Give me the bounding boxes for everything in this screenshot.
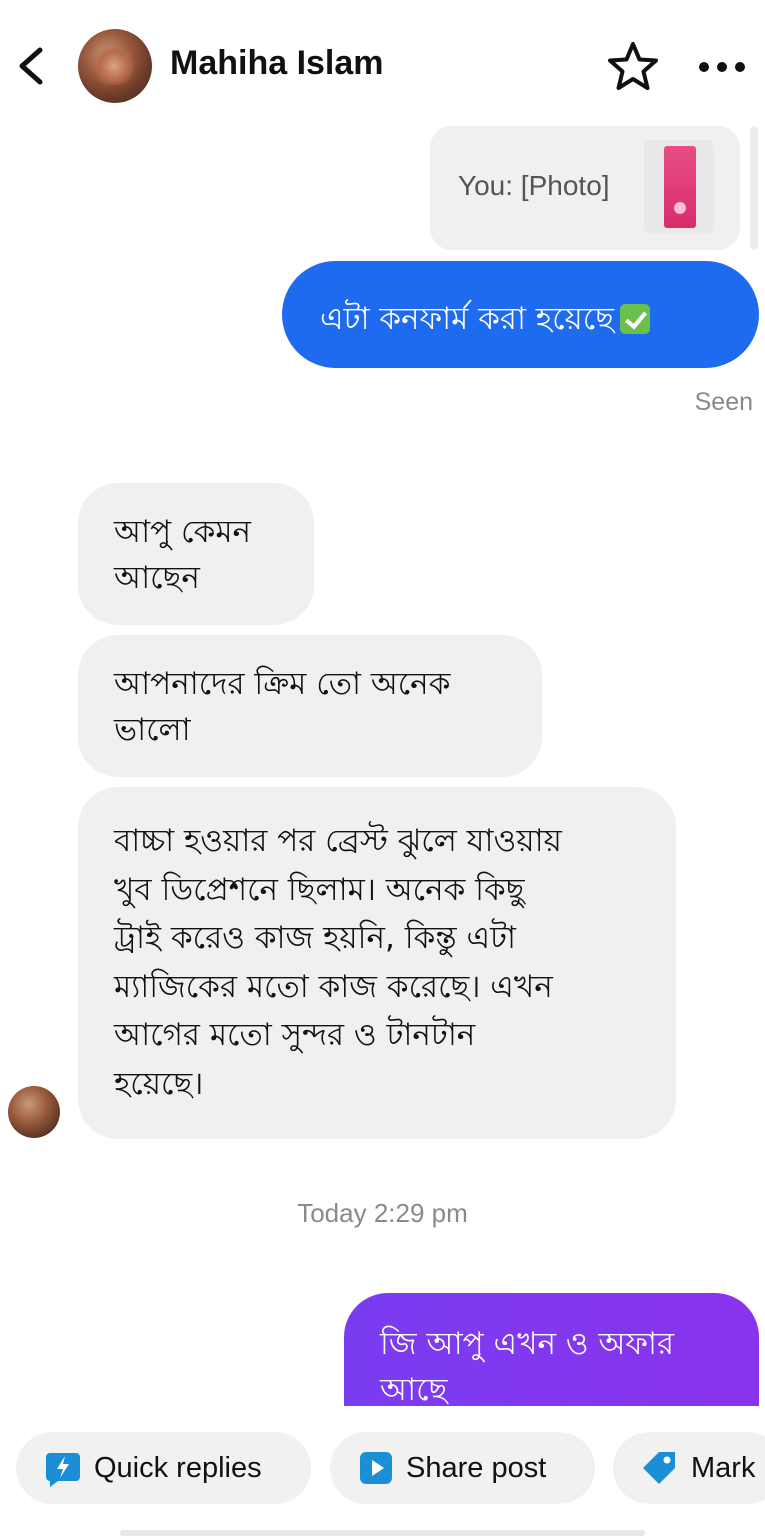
message-line: বাচ্চা হওয়ার পর ব্রেস্ট ঝুলে যাওয়ায় — [114, 823, 562, 859]
photo-thumbnail[interactable] — [644, 140, 714, 234]
lightning-chat-icon — [46, 1453, 80, 1487]
check-mark-icon — [620, 304, 651, 334]
timestamp: Today 2:29 pm — [297, 1198, 468, 1228]
incoming-message[interactable]: বাচ্চা হওয়ার পর ব্রেস্ট ঝুলে যাওয়ায় খ… — [78, 787, 676, 1139]
message-line: হয়েছে। — [114, 1065, 204, 1102]
message-line: আপু কেমন — [114, 514, 252, 550]
message-line: খুব ডিপ্রেশনে ছিলাম। অনেক কিছু — [114, 871, 525, 908]
message-line: ট্রাই করেও কাজ হয়নি, কিন্তু এটা — [114, 920, 516, 956]
share-post-button[interactable]: Share post — [330, 1432, 595, 1504]
message-line: আগের মতো সুন্দর ও টানটান — [114, 1017, 476, 1053]
edge-divider — [750, 126, 758, 250]
message-line: ম্যাজিকের মতো কাজ করেছে। এখন — [114, 968, 553, 1005]
sender-avatar[interactable] — [8, 1086, 60, 1138]
photo-message[interactable]: You: [Photo] — [430, 126, 740, 250]
incoming-message[interactable]: আপু কেমন আছেন — [78, 483, 314, 625]
message-line: আপনাদের ক্রিম তো অনেক — [114, 666, 451, 702]
quick-replies-button[interactable]: Quick replies — [16, 1432, 311, 1504]
chat-header: Mahiha Islam — [0, 0, 765, 130]
quick-replies-label: Quick replies — [94, 1451, 262, 1484]
share-post-label: Share post — [406, 1451, 547, 1484]
message-line: ভালো — [114, 712, 191, 748]
star-icon[interactable] — [606, 40, 660, 94]
tag-icon — [643, 1452, 675, 1484]
message-text: এটা কনফার্ম করা হয়েছে — [320, 301, 615, 337]
outgoing-message[interactable]: এটা কনফার্ম করা হয়েছে — [282, 261, 759, 368]
message-line: জি আপু এখন ও অফার — [380, 1326, 675, 1362]
message-line: আছেন — [114, 560, 200, 596]
home-indicator — [120, 1530, 645, 1536]
contact-name[interactable]: Mahiha Islam — [170, 44, 384, 83]
avatar[interactable] — [78, 29, 152, 103]
more-icon[interactable] — [696, 50, 748, 84]
mark-label: Mark — [691, 1451, 756, 1484]
seen-status: Seen — [694, 388, 753, 416]
back-arrow-icon[interactable] — [12, 44, 52, 88]
mark-button[interactable]: Mark — [613, 1432, 765, 1504]
play-square-icon — [360, 1452, 392, 1484]
incoming-message[interactable]: আপনাদের ক্রিম তো অনেক ভালো — [78, 635, 542, 777]
photo-message-label: You: [Photo] — [458, 170, 610, 201]
